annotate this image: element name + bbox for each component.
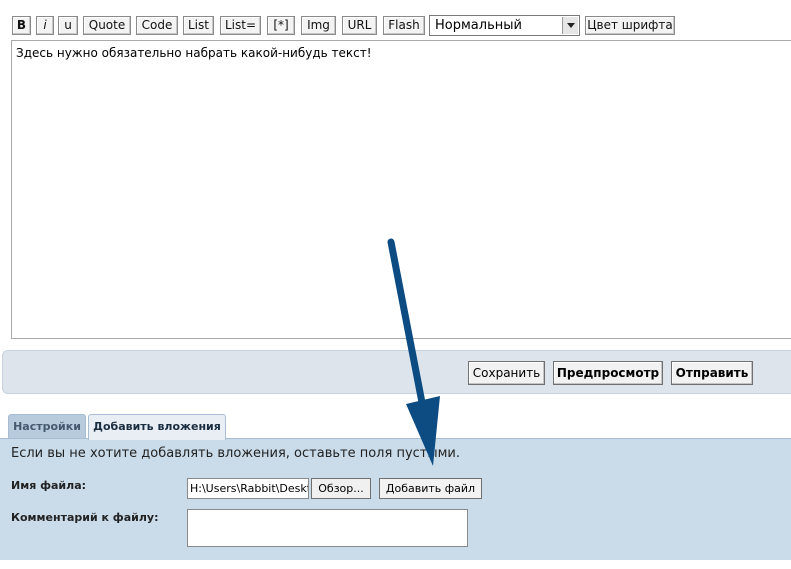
attachments-notice: Если вы не хотите добавлять вложения, ос… [11, 446, 461, 461]
tab-add-attachments[interactable]: Добавить вложения [88, 414, 226, 440]
flash-button[interactable]: Flash [383, 16, 425, 35]
message-editor[interactable]: Здесь нужно обязательно набрать какой-ни… [11, 40, 791, 339]
bold-button[interactable]: B [12, 16, 31, 35]
ordered-list-button[interactable]: List= [220, 16, 261, 35]
tab-settings[interactable]: Настройки [8, 414, 86, 439]
file-comment-label: Комментарий к файлу: [11, 511, 159, 524]
file-comment-input[interactable] [187, 509, 468, 547]
save-button[interactable]: Сохранить [468, 361, 545, 385]
file-path-input[interactable]: H:\Users\Rabbit\Deskto [187, 478, 309, 499]
browse-button[interactable]: Обзор... [311, 478, 371, 499]
chevron-down-icon[interactable] [562, 17, 578, 34]
bbcode-toolbar: B i u Quote Code List List= [*] Img URL … [0, 0, 791, 40]
code-button[interactable]: Code [136, 16, 178, 35]
list-button[interactable]: List [183, 16, 214, 35]
add-file-button[interactable]: Добавить файл [379, 478, 482, 499]
submit-button[interactable]: Отправить [671, 361, 753, 385]
font-color-button[interactable]: Цвет шрифта [585, 16, 675, 35]
italic-button[interactable]: i [36, 16, 54, 35]
file-name-label: Имя файла: [11, 479, 87, 492]
url-button[interactable]: URL [342, 16, 377, 35]
font-size-select[interactable]: Нормальный [429, 15, 580, 36]
img-button[interactable]: Img [301, 16, 336, 35]
font-size-value: Нормальный [435, 18, 522, 33]
underline-button[interactable]: u [58, 16, 78, 35]
quote-button[interactable]: Quote [83, 16, 131, 35]
list-item-button[interactable]: [*] [267, 16, 295, 35]
preview-button[interactable]: Предпросмотр [553, 361, 663, 385]
